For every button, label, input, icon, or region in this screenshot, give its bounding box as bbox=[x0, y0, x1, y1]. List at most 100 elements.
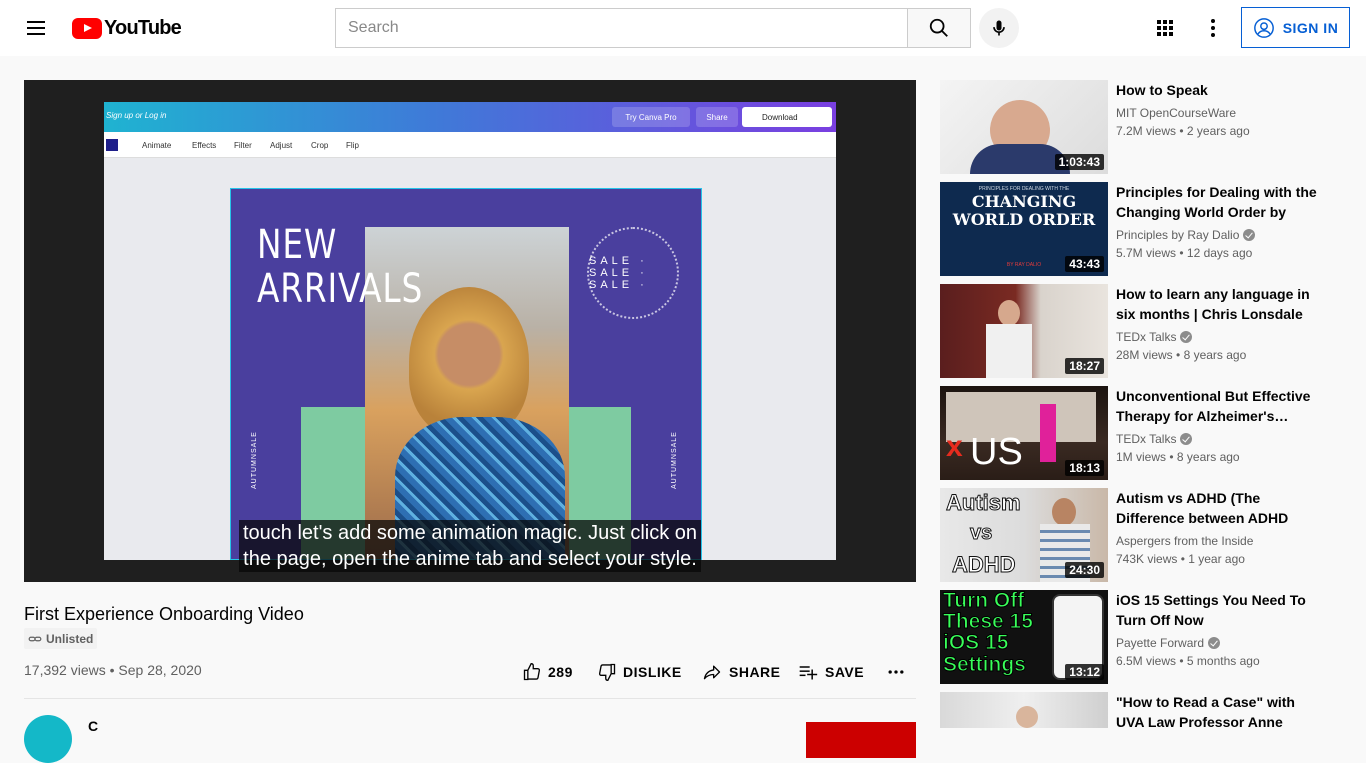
canva-share-button: Share bbox=[696, 107, 738, 127]
video-duration: 18:27 bbox=[1065, 358, 1104, 374]
video-title: First Experience Onboarding Video bbox=[24, 604, 304, 624]
save-button[interactable]: SAVE bbox=[797, 660, 864, 684]
apps-grid-icon[interactable] bbox=[1153, 16, 1177, 40]
video-thumbnail[interactable]: PRINCIPLES FOR DEALING WITH THE CHANGING… bbox=[940, 182, 1108, 276]
thumbs-down-icon bbox=[598, 663, 616, 682]
related-video-item[interactable]: 1:03:43 How to Speak MIT OpenCourseWare … bbox=[940, 80, 1340, 174]
canva-tool-filter: Filter bbox=[234, 141, 252, 150]
video-thumbnail[interactable]: 1:03:43 bbox=[940, 80, 1108, 174]
sign-in-button[interactable]: SIGN IN bbox=[1241, 7, 1350, 48]
related-video-item[interactable]: 18:27 How to learn any language in six m… bbox=[940, 284, 1340, 378]
more-horizontal-icon bbox=[888, 670, 904, 674]
channel-name-text: Principles by Ray Dalio bbox=[1116, 228, 1240, 242]
video-duration: 43:43 bbox=[1065, 256, 1104, 272]
channel-name[interactable]: C bbox=[88, 718, 98, 734]
related-video-item[interactable]: Turn Off These 15 iOS 15 Settings 13:12 … bbox=[940, 590, 1340, 684]
related-video-meta: 7.2M views • 2 years ago bbox=[1116, 124, 1250, 138]
upload-age: 1 year ago bbox=[1188, 552, 1245, 566]
video-duration: 1:03:43 bbox=[1054, 154, 1104, 170]
related-video-item[interactable]: Autism vs ADHD 24:30 Autism vs ADHD (The… bbox=[940, 488, 1340, 582]
thumb-text-line: Autism bbox=[946, 490, 1022, 516]
sign-in-label: SIGN IN bbox=[1282, 19, 1339, 36]
related-video-meta: 1M views • 8 years ago bbox=[1116, 450, 1240, 464]
thumb-text-line: WORLD ORDER bbox=[952, 210, 1096, 229]
thumb-text-line: Settings bbox=[943, 653, 1027, 677]
unlisted-badge: Unlisted bbox=[24, 628, 98, 649]
view-count: 28M views bbox=[1116, 348, 1173, 362]
thumbs-up-icon bbox=[523, 662, 541, 681]
related-video-channel: Aspergers from the Inside bbox=[1116, 534, 1253, 548]
video-thumbnail[interactable]: x US 18:13 bbox=[940, 386, 1108, 480]
dislike-button[interactable]: DISLIKE bbox=[597, 660, 682, 684]
headline-line-1: NEW bbox=[257, 222, 338, 268]
thumb-speaker bbox=[1040, 404, 1056, 462]
related-video-item[interactable]: x US 18:13 Unconventional But Effective … bbox=[940, 386, 1340, 480]
hamburger-menu-icon[interactable] bbox=[24, 16, 48, 40]
video-thumbnail[interactable] bbox=[940, 692, 1108, 728]
canva-tool-effects: Effects bbox=[192, 141, 217, 150]
related-video-title[interactable]: Principles for Dealing with the Changing… bbox=[1116, 182, 1322, 222]
related-video-title[interactable]: How to Speak bbox=[1116, 80, 1322, 100]
youtube-logo[interactable]: YouTube bbox=[72, 17, 182, 39]
thumb-speaker-face bbox=[998, 300, 1020, 326]
channel-name-text: Payette Forward bbox=[1116, 636, 1205, 650]
verified-check-icon bbox=[1180, 433, 1193, 445]
related-video-meta: 743K views • 1 year ago bbox=[1116, 552, 1245, 566]
channel-avatar[interactable] bbox=[24, 715, 72, 763]
related-video-title[interactable]: How to learn any language in six months … bbox=[1116, 284, 1322, 324]
video-thumbnail[interactable]: Turn Off These 15 iOS 15 Settings 13:12 bbox=[940, 590, 1108, 684]
microphone-icon bbox=[993, 20, 1005, 36]
voice-search-button[interactable] bbox=[979, 8, 1019, 48]
canva-tool-crop: Crop bbox=[311, 141, 329, 150]
video-thumbnail[interactable]: Autism vs ADHD 24:30 bbox=[940, 488, 1108, 582]
search-icon bbox=[929, 18, 948, 37]
video-duration: 13:12 bbox=[1065, 664, 1104, 680]
sale-ring: SALE · SALE · SALE · bbox=[587, 227, 679, 319]
add-to-playlist-icon bbox=[799, 666, 818, 680]
subscribe-button[interactable] bbox=[806, 722, 916, 758]
related-video-title[interactable]: "How to Read a Case" with UVA Law Profes… bbox=[1116, 692, 1322, 732]
dislike-label: DISLIKE bbox=[623, 664, 682, 680]
search-button[interactable] bbox=[907, 8, 971, 48]
related-video-item[interactable]: PRINCIPLES FOR DEALING WITH THE CHANGING… bbox=[940, 182, 1340, 276]
canva-editor-frame: Sign up or Log in Try Canva Pro Share Do… bbox=[104, 102, 836, 560]
view-count-and-date: 17,392 views • Sep 28, 2020 bbox=[24, 662, 202, 678]
canva-toolbar: Animate Effects Filter Adjust Crop Flip bbox=[104, 132, 836, 158]
search-box bbox=[335, 8, 908, 48]
vertical-text-right: AUTUMNSALE bbox=[671, 431, 678, 489]
canva-artboard: NEW ARRIVALS SALE · SALE · SALE · AUTUMN… bbox=[230, 188, 702, 560]
unlisted-label: Unlisted bbox=[46, 631, 94, 646]
related-video-channel: MIT OpenCourseWare bbox=[1116, 106, 1236, 120]
top-bar: YouTube SIGN IN bbox=[0, 0, 1366, 56]
info-divider bbox=[24, 698, 916, 699]
view-count: 17,392 views bbox=[24, 662, 106, 678]
more-vertical-icon[interactable] bbox=[1201, 16, 1225, 40]
upload-age: 5 months ago bbox=[1186, 654, 1260, 668]
publish-date: Sep 28, 2020 bbox=[118, 662, 202, 678]
caption-line-2: the page, open the anime tab and select … bbox=[239, 546, 701, 572]
thumb-text-line: ADHD bbox=[952, 552, 1017, 578]
upload-age: 8 years ago bbox=[1183, 348, 1247, 362]
canva-tool-adjust: Adjust bbox=[270, 141, 293, 150]
related-video-title[interactable]: iOS 15 Settings You Need To Turn Off Now bbox=[1116, 590, 1322, 630]
thumb-text-line: US bbox=[970, 431, 1023, 473]
share-button[interactable]: SHARE bbox=[701, 660, 781, 684]
related-video-item[interactable]: "How to Read a Case" with UVA Law Profes… bbox=[940, 692, 1340, 730]
color-swatch bbox=[106, 139, 118, 151]
search-input[interactable] bbox=[336, 9, 908, 47]
vertical-text-left: AUTUMNSALE bbox=[251, 431, 258, 489]
account-circle-icon bbox=[1253, 17, 1274, 38]
related-video-channel: Principles by Ray Dalio bbox=[1116, 228, 1256, 242]
video-player[interactable]: Sign up or Log in Try Canva Pro Share Do… bbox=[24, 80, 916, 582]
more-actions-button[interactable] bbox=[886, 660, 906, 684]
verified-check-icon bbox=[1208, 637, 1221, 649]
thumb-speaker-shirt bbox=[986, 324, 1032, 378]
thumb-text-line: Turn Off bbox=[942, 590, 1025, 612]
related-video-channel: TEDx Talks bbox=[1116, 432, 1193, 446]
video-thumbnail[interactable]: 18:27 bbox=[940, 284, 1108, 378]
related-video-title[interactable]: Unconventional But Effective Therapy for… bbox=[1116, 386, 1322, 426]
meta-separator: • bbox=[109, 662, 115, 678]
like-button[interactable]: 289 bbox=[522, 660, 573, 684]
related-video-title[interactable]: Autism vs ADHD (The Difference between A… bbox=[1116, 488, 1322, 528]
canva-tool-flip: Flip bbox=[346, 141, 359, 150]
